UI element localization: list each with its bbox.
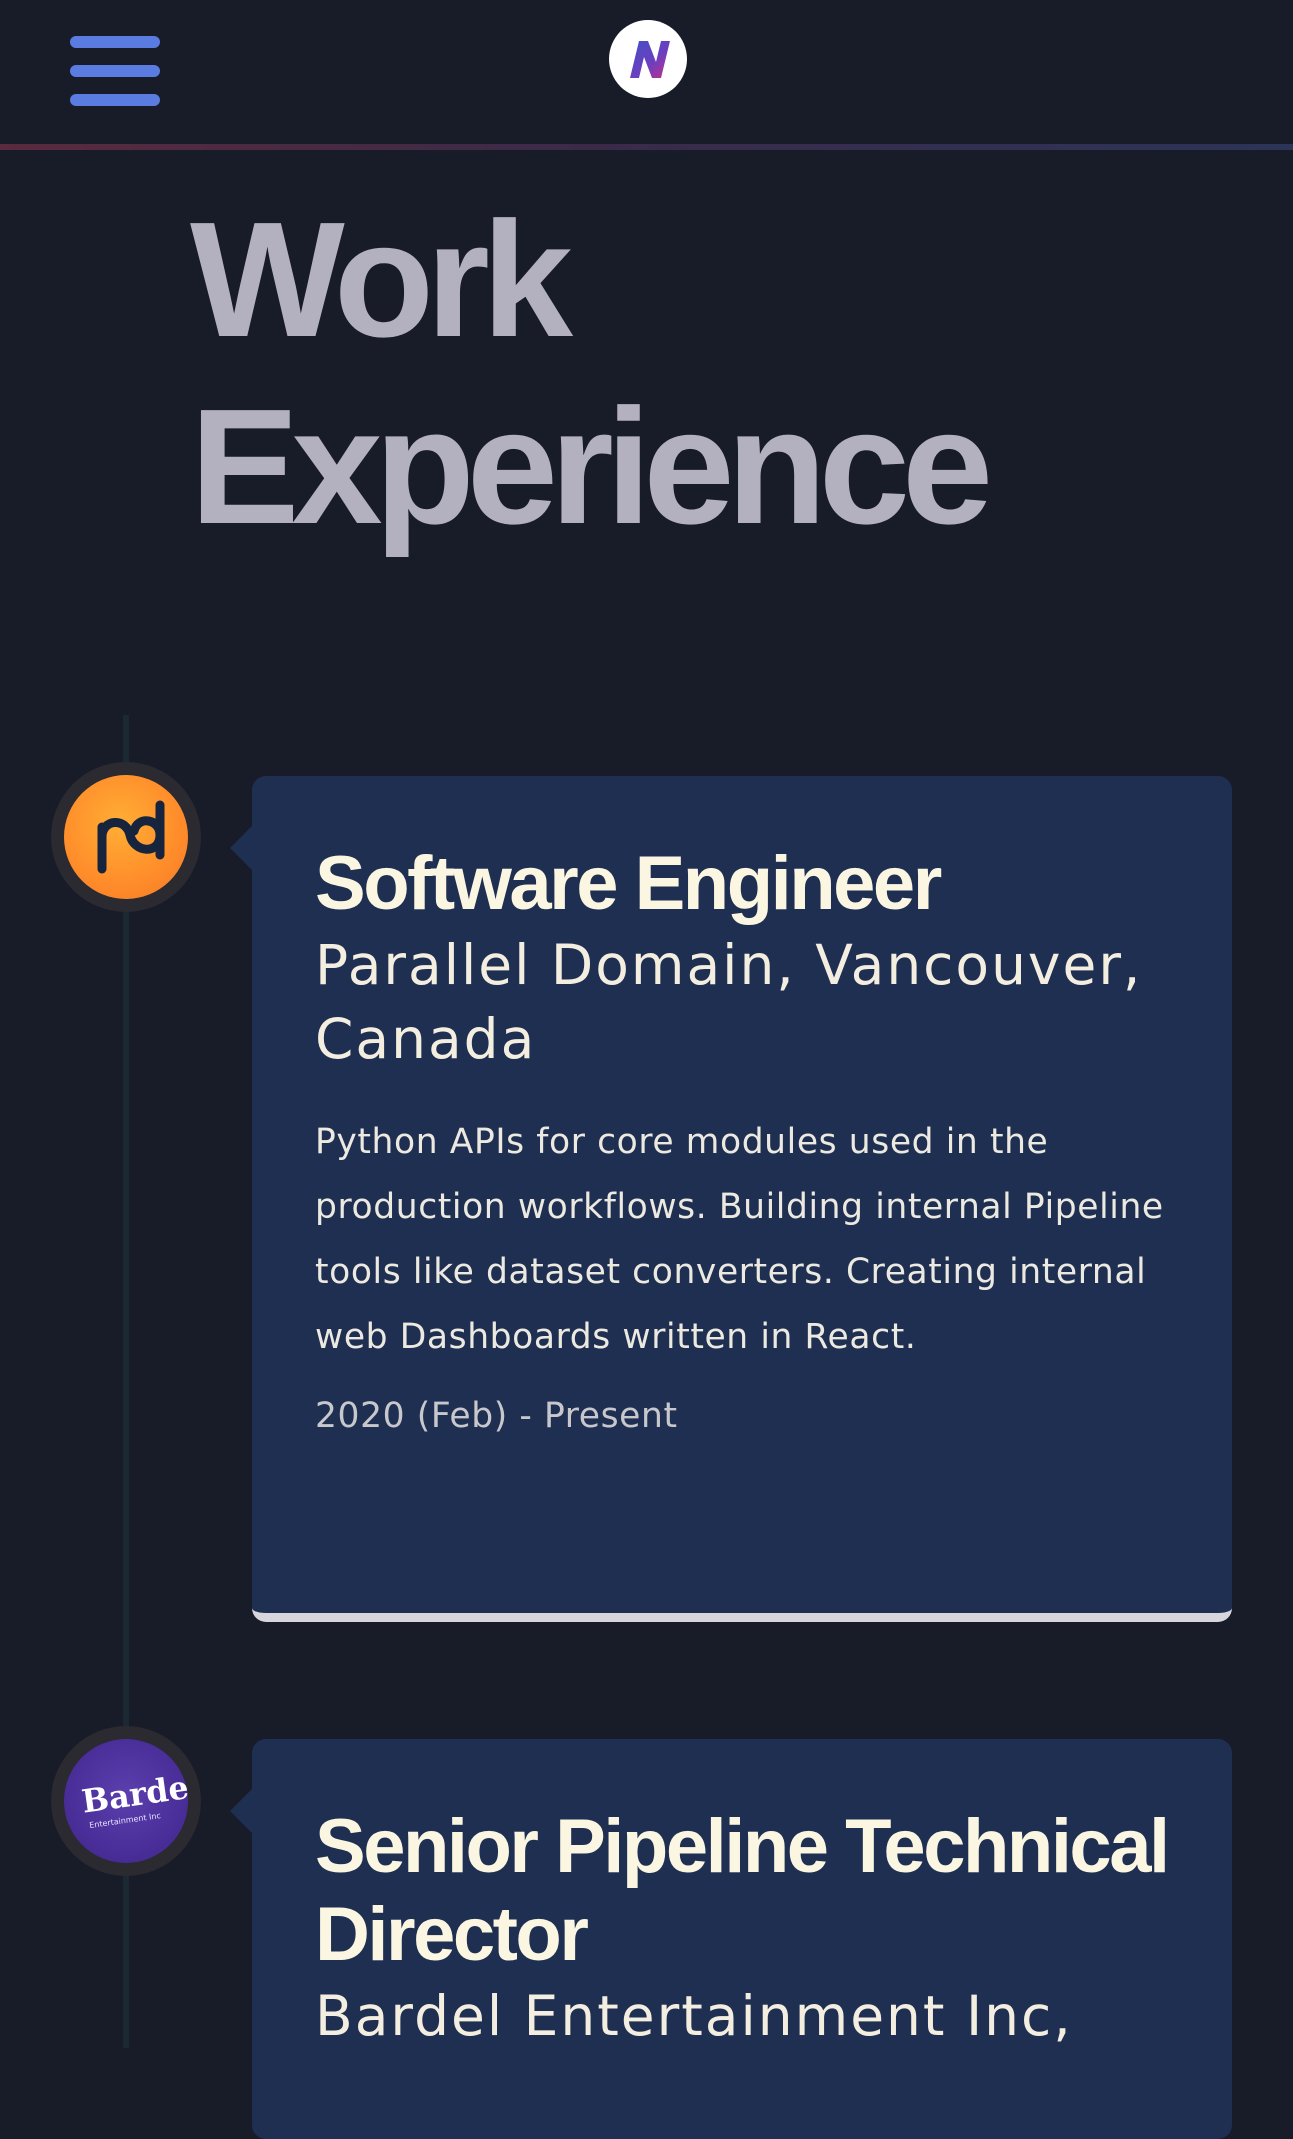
job-title: Senior Pipeline Technical Director <box>315 1804 1170 1977</box>
n-logo-icon[interactable] <box>609 20 687 98</box>
job-card: Software Engineer Parallel Domain, Vanco… <box>230 776 1232 1622</box>
page-title: Work Experience <box>190 186 993 560</box>
bardel-logo-text: Bardel <box>79 1766 188 1820</box>
top-nav-bar <box>0 0 1293 146</box>
header-divider <box>0 144 1293 150</box>
job-card: Senior Pipeline Technical Director Barde… <box>230 1739 1232 2139</box>
job-company: Bardel Entertainment Inc, <box>315 1984 1073 2048</box>
hamburger-menu-icon[interactable] <box>70 36 160 106</box>
page-title-line-2: Experience <box>190 375 993 558</box>
parallel-domain-logo-icon <box>51 762 201 912</box>
job-description: Python APIs for core modules used in the… <box>315 1122 1164 1357</box>
bardel-logo-icon: Bardel Entertainment Inc <box>51 1726 201 1876</box>
card-pointer <box>230 1789 252 1833</box>
job-company: Parallel Domain, Vancouver, Canada <box>315 933 1143 1071</box>
job-dates: 2020 (Feb) - Present <box>315 1396 678 1436</box>
job-title: Software Engineer <box>315 841 942 926</box>
card-pointer <box>230 826 252 870</box>
page-title-line-1: Work <box>190 188 573 371</box>
